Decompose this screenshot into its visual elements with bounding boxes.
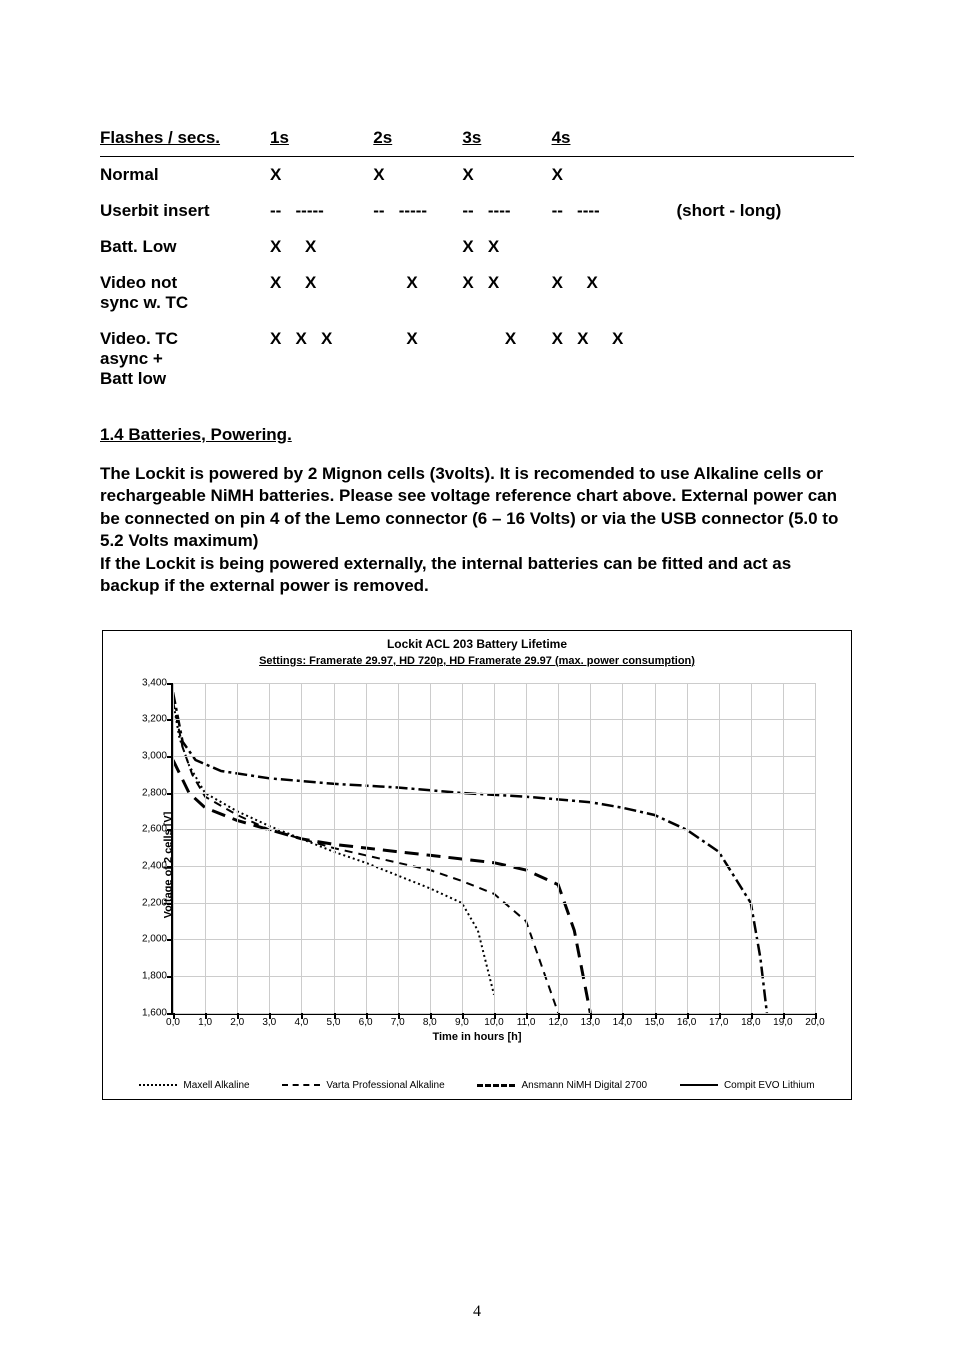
row-label: Normal [100,157,270,194]
cell-2s [373,229,462,265]
cell-2s: X [373,157,462,194]
page: Flashes / secs. 1s 2s 3s 4s NormalXXXXUs… [0,0,954,1351]
cell-1s: X X X [270,321,373,397]
row-label: Batt. Low [100,229,270,265]
col-header-3s: 3s [462,120,551,157]
legend-label: Varta Professional Alkaline [326,1080,444,1091]
legend-item: Compit EVO Lithium [680,1080,815,1091]
legend-swatch-longdash [477,1084,515,1087]
col-header-label: Flashes / secs. [100,120,270,157]
battery-lifetime-chart: Lockit ACL 203 Battery Lifetime Settings… [102,630,852,1100]
flash-pattern-table: Flashes / secs. 1s 2s 3s 4s NormalXXXXUs… [100,120,854,397]
row-extra [670,157,854,194]
chart-subtitle: Settings: Framerate 29.97, HD 720p, HD F… [103,655,851,667]
body-paragraph: The Lockit is powered by 2 Mignon cells … [100,463,854,598]
chart-legend: Maxell Alkaline Varta Professional Alkal… [103,1080,851,1091]
table-header-row: Flashes / secs. 1s 2s 3s 4s [100,120,854,157]
chart-series-line [173,692,767,1013]
chart-xlabel: Time in hours [h] [103,1031,851,1043]
cell-4s [552,229,671,265]
legend-item: Maxell Alkaline [139,1080,249,1091]
cell-3s: X [462,157,551,194]
legend-swatch-dashdot [680,1084,718,1086]
cell-4s: X [552,157,671,194]
col-header-extra [670,120,854,157]
table-row: Batt. LowX XX X [100,229,854,265]
col-header-2s: 2s [373,120,462,157]
row-label: Video. TC async + Batt low [100,321,270,397]
table-row: Video. TC async + Batt lowX X X X XX X X [100,321,854,397]
col-header-4s: 4s [552,120,671,157]
row-label: Video not sync w. TC [100,265,270,321]
legend-label: Ansmann NiMH Digital 2700 [521,1080,647,1091]
legend-swatch-dash [282,1084,320,1086]
cell-3s: X X [462,265,551,321]
cell-4s: X X [552,265,671,321]
cell-4s: X X X [552,321,671,397]
cell-3s: X X [462,229,551,265]
chart-title: Lockit ACL 203 Battery Lifetime [103,631,851,651]
row-extra [670,321,854,397]
legend-label: Maxell Alkaline [183,1080,249,1091]
cell-1s: X [270,157,373,194]
table-row: NormalXXXX [100,157,854,194]
cell-2s: X [373,265,462,321]
row-label: Userbit insert [100,193,270,229]
cell-1s: X X [270,265,373,321]
cell-4s: -- ---- [552,193,671,229]
table-row: Video not sync w. TCX X XX XX X [100,265,854,321]
page-number: 4 [0,1303,954,1321]
cell-1s: X X [270,229,373,265]
legend-item: Varta Professional Alkaline [282,1080,444,1091]
chart-plot-area: 1,6001,8002,0002,2002,4002,6002,8003,000… [171,683,815,1015]
cell-2s: X [373,321,462,397]
col-header-1s: 1s [270,120,373,157]
section-heading: 1.4 Batteries, Powering. [100,425,854,445]
cell-1s: -- ----- [270,193,373,229]
cell-2s: -- ----- [373,193,462,229]
table-row: Userbit insert-- ------- ------- ------ … [100,193,854,229]
legend-label: Compit EVO Lithium [724,1080,815,1091]
row-extra [670,265,854,321]
cell-3s: X [462,321,551,397]
row-extra [670,229,854,265]
legend-item: Ansmann NiMH Digital 2700 [477,1080,647,1091]
cell-3s: -- ---- [462,193,551,229]
legend-swatch-dotted [139,1084,177,1086]
row-extra: (short - long) [670,193,854,229]
